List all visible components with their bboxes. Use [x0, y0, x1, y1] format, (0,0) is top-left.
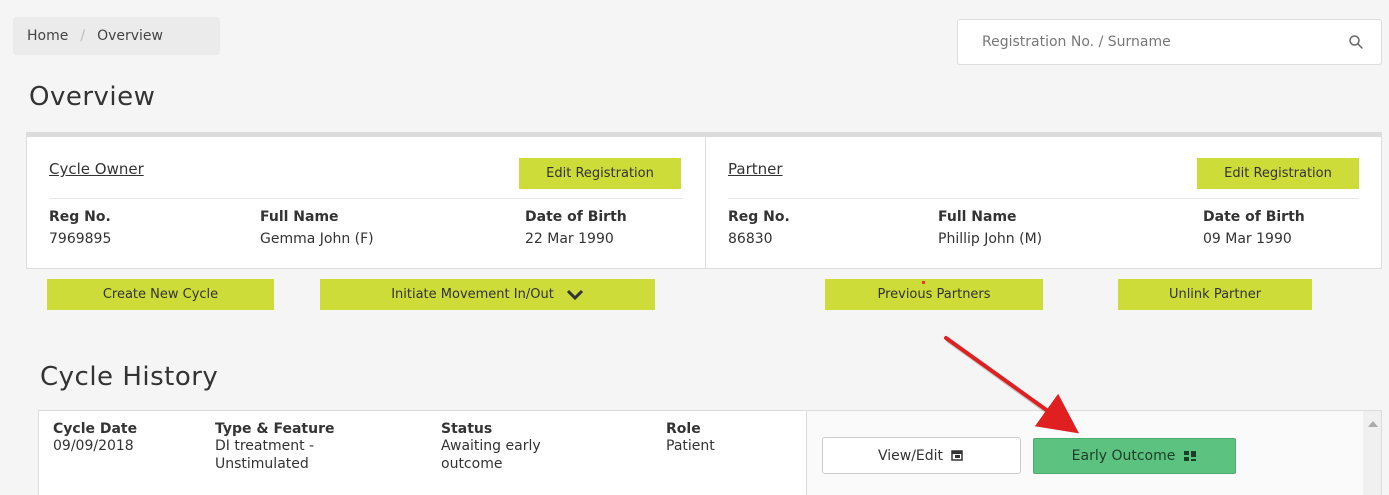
reg-no-label: Reg No.: [49, 209, 111, 225]
dob-value: 22 Mar 1990: [525, 231, 614, 247]
partner-reg-no: Reg No. 86830: [728, 209, 790, 247]
partner-section: Partner Edit Registration Reg No. 86830 …: [706, 137, 1381, 268]
partner-edit-registration-button[interactable]: Edit Registration: [1197, 158, 1359, 189]
scrollbar[interactable]: [1363, 411, 1381, 495]
partner-dob: Date of Birth 09 Mar 1990: [1203, 209, 1305, 247]
status-value-line1: Awaiting early: [441, 438, 541, 454]
early-outcome-button[interactable]: Early Outcome: [1033, 438, 1236, 474]
cycle-date-column: Cycle Date 09/09/2018: [53, 421, 137, 455]
initiate-movement-button[interactable]: Initiate Movement In/Out: [320, 279, 655, 310]
partner-heading[interactable]: Partner: [728, 160, 783, 178]
cycle-owner-reg-no: Reg No. 7969895: [49, 209, 111, 247]
create-new-cycle-button[interactable]: Create New Cycle: [47, 279, 274, 310]
cycle-owner-full-name: Full Name Gemma John (F): [260, 209, 374, 247]
type-feature-value-line1: DI treatment -: [215, 438, 315, 454]
cycle-owner-dob: Date of Birth 22 Mar 1990: [525, 209, 627, 247]
dob-value: 09 Mar 1990: [1203, 231, 1292, 247]
type-feature-value-line2: Unstimulated: [215, 456, 309, 472]
status-value-line2: outcome: [441, 456, 503, 472]
view-edit-button[interactable]: View/Edit: [822, 437, 1021, 474]
page-title: Overview: [29, 82, 156, 112]
cycle-owner-edit-registration-button[interactable]: Edit Registration: [519, 158, 681, 189]
dob-label: Date of Birth: [525, 209, 627, 225]
scroll-up-arrow-icon[interactable]: [1368, 421, 1378, 427]
role-column: Role Patient: [666, 421, 715, 455]
cycle-date-header: Cycle Date: [53, 421, 138, 437]
search-box: [957, 19, 1382, 65]
full-name-label: Full Name: [260, 209, 339, 225]
full-name-value: Gemma John (F): [260, 231, 374, 247]
search-input[interactable]: [982, 34, 1347, 50]
breadcrumb-current: Overview: [97, 28, 163, 44]
initiate-movement-label: Initiate Movement In/Out: [391, 287, 554, 302]
window-icon: [951, 449, 963, 461]
reg-no-label: Reg No.: [728, 209, 790, 225]
role-value: Patient: [666, 438, 715, 454]
partner-full-name: Full Name Phillip John (M): [938, 209, 1042, 247]
unlink-partner-button[interactable]: Unlink Partner: [1118, 279, 1312, 310]
view-edit-label: View/Edit: [877, 447, 944, 464]
early-outcome-label: Early Outcome: [1071, 448, 1176, 464]
registration-panel: Cycle Owner Edit Registration Reg No. 79…: [26, 132, 1382, 269]
reg-no-value: 7969895: [49, 231, 112, 247]
cycle-owner-heading[interactable]: Cycle Owner: [49, 160, 144, 178]
full-name-label: Full Name: [938, 209, 1017, 225]
cycle-history-panel: Cycle Date 09/09/2018 Type & Feature DI …: [38, 410, 1382, 495]
cycle-history-title: Cycle History: [40, 362, 219, 392]
full-name-value: Phillip John (M): [938, 231, 1043, 247]
breadcrumb-separator: /: [80, 28, 86, 44]
status-header: Status: [441, 421, 493, 437]
dob-label: Date of Birth: [1203, 209, 1305, 225]
reg-no-value: 86830: [728, 231, 773, 247]
search-icon[interactable]: [1347, 33, 1365, 51]
chevron-down-icon: [566, 289, 583, 300]
type-feature-header: Type & Feature: [215, 421, 335, 437]
cycle-date-value: 09/09/2018: [53, 438, 134, 454]
red-dot-marker: [922, 281, 925, 284]
breadcrumb-home-link[interactable]: Home: [27, 28, 68, 44]
type-feature-column: Type & Feature DI treatment - Unstimulat…: [215, 421, 335, 473]
cycle-history-actions: View/Edit Early Outcome: [807, 411, 1381, 495]
divider: [728, 198, 1359, 199]
role-header: Role: [666, 421, 701, 437]
cycle-owner-section: Cycle Owner Edit Registration Reg No. 79…: [27, 137, 706, 268]
divider: [49, 198, 683, 199]
status-column: Status Awaiting early outcome: [441, 421, 541, 473]
previous-partners-button[interactable]: Previous Partners: [825, 279, 1043, 310]
breadcrumb: Home / Overview: [13, 17, 220, 55]
dashboard-icon: [1184, 451, 1197, 461]
cycle-history-row: Cycle Date 09/09/2018 Type & Feature DI …: [39, 411, 807, 495]
